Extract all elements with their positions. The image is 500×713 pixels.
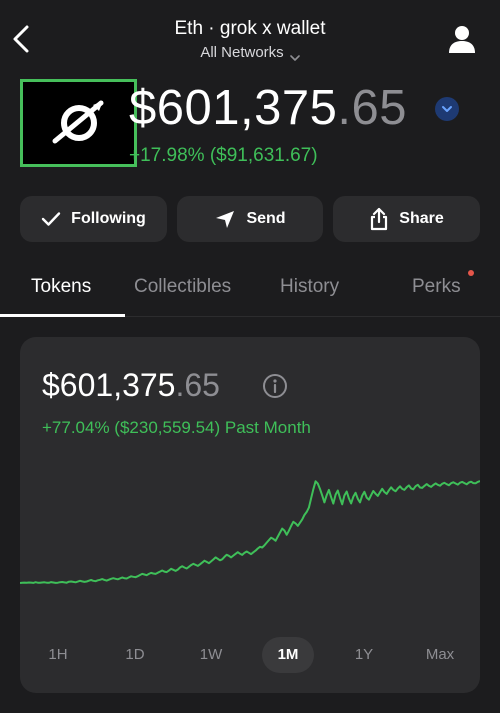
chart-balance-whole: $601,375 [42, 367, 176, 403]
send-label: Send [246, 210, 286, 227]
balance-change: +17.98% ($91,631.67) [129, 145, 318, 166]
range-1w[interactable]: 1W [189, 637, 233, 673]
price-series-line [20, 480, 480, 584]
balance-whole: $601,375 [129, 81, 338, 135]
share-icon [369, 207, 389, 231]
balance-cents: .65 [337, 81, 407, 135]
time-range-selector: 1H 1D 1W 1M 1Y Max [20, 637, 480, 673]
tab-collectibles[interactable]: Collectibles [134, 276, 231, 298]
info-icon[interactable] [262, 373, 288, 399]
chevron-down-icon [442, 106, 452, 112]
range-max[interactable]: Max [418, 637, 462, 673]
wallet-screen: Eth · grok x wallet All Networks $601,37… [0, 0, 500, 713]
network-badge[interactable] [435, 97, 459, 121]
network-label: All Networks [200, 44, 284, 61]
range-1m[interactable]: 1M [262, 637, 314, 673]
network-selector[interactable]: All Networks [0, 44, 500, 61]
tab-perks[interactable]: Perks [412, 276, 461, 298]
range-1y[interactable]: 1Y [342, 637, 386, 673]
tab-tokens[interactable]: Tokens [31, 276, 91, 298]
chart-balance: $601,375.65 [42, 367, 220, 404]
active-tab-indicator [0, 314, 125, 317]
wallet-logo [20, 79, 137, 167]
profile-icon[interactable] [446, 22, 478, 56]
following-label: Following [71, 210, 146, 227]
perks-notification-dot [468, 270, 474, 276]
wallet-title: Eth · grok x wallet [174, 18, 326, 39]
tab-history[interactable]: History [280, 276, 339, 298]
following-button[interactable]: Following [20, 196, 167, 242]
range-1h[interactable]: 1H [36, 637, 80, 673]
chart-change: +77.04% ($230,559.54) Past Month [42, 418, 311, 437]
portfolio-chart-card: $601,375.65 +77.04% ($230,559.54) Past M… [20, 337, 480, 693]
send-icon [214, 209, 236, 229]
chevron-down-icon [289, 49, 300, 61]
range-1d[interactable]: 1D [113, 637, 157, 673]
price-line-chart [20, 480, 480, 584]
send-button[interactable]: Send [177, 196, 323, 242]
grok-logo-icon [32, 84, 125, 162]
share-button[interactable]: Share [333, 196, 480, 242]
checkmark-icon [41, 211, 61, 227]
share-label: Share [399, 210, 444, 227]
chart-balance-cents: .65 [175, 367, 220, 403]
total-balance: $601,375.65 [129, 80, 407, 136]
tab-bar: Tokens Collectibles History Perks [0, 264, 500, 317]
